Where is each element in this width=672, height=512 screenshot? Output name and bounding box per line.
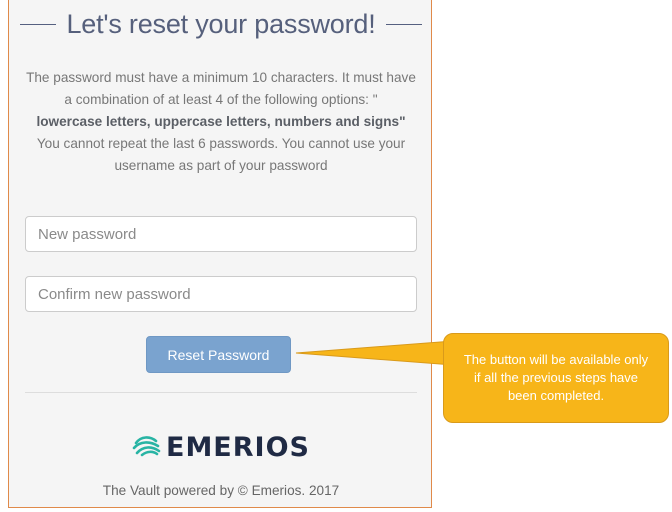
- callout-text: The button will be available only if all…: [463, 352, 649, 403]
- callout-tooltip: The button will be available only if all…: [443, 333, 669, 423]
- callout-arrow: [295, 340, 454, 366]
